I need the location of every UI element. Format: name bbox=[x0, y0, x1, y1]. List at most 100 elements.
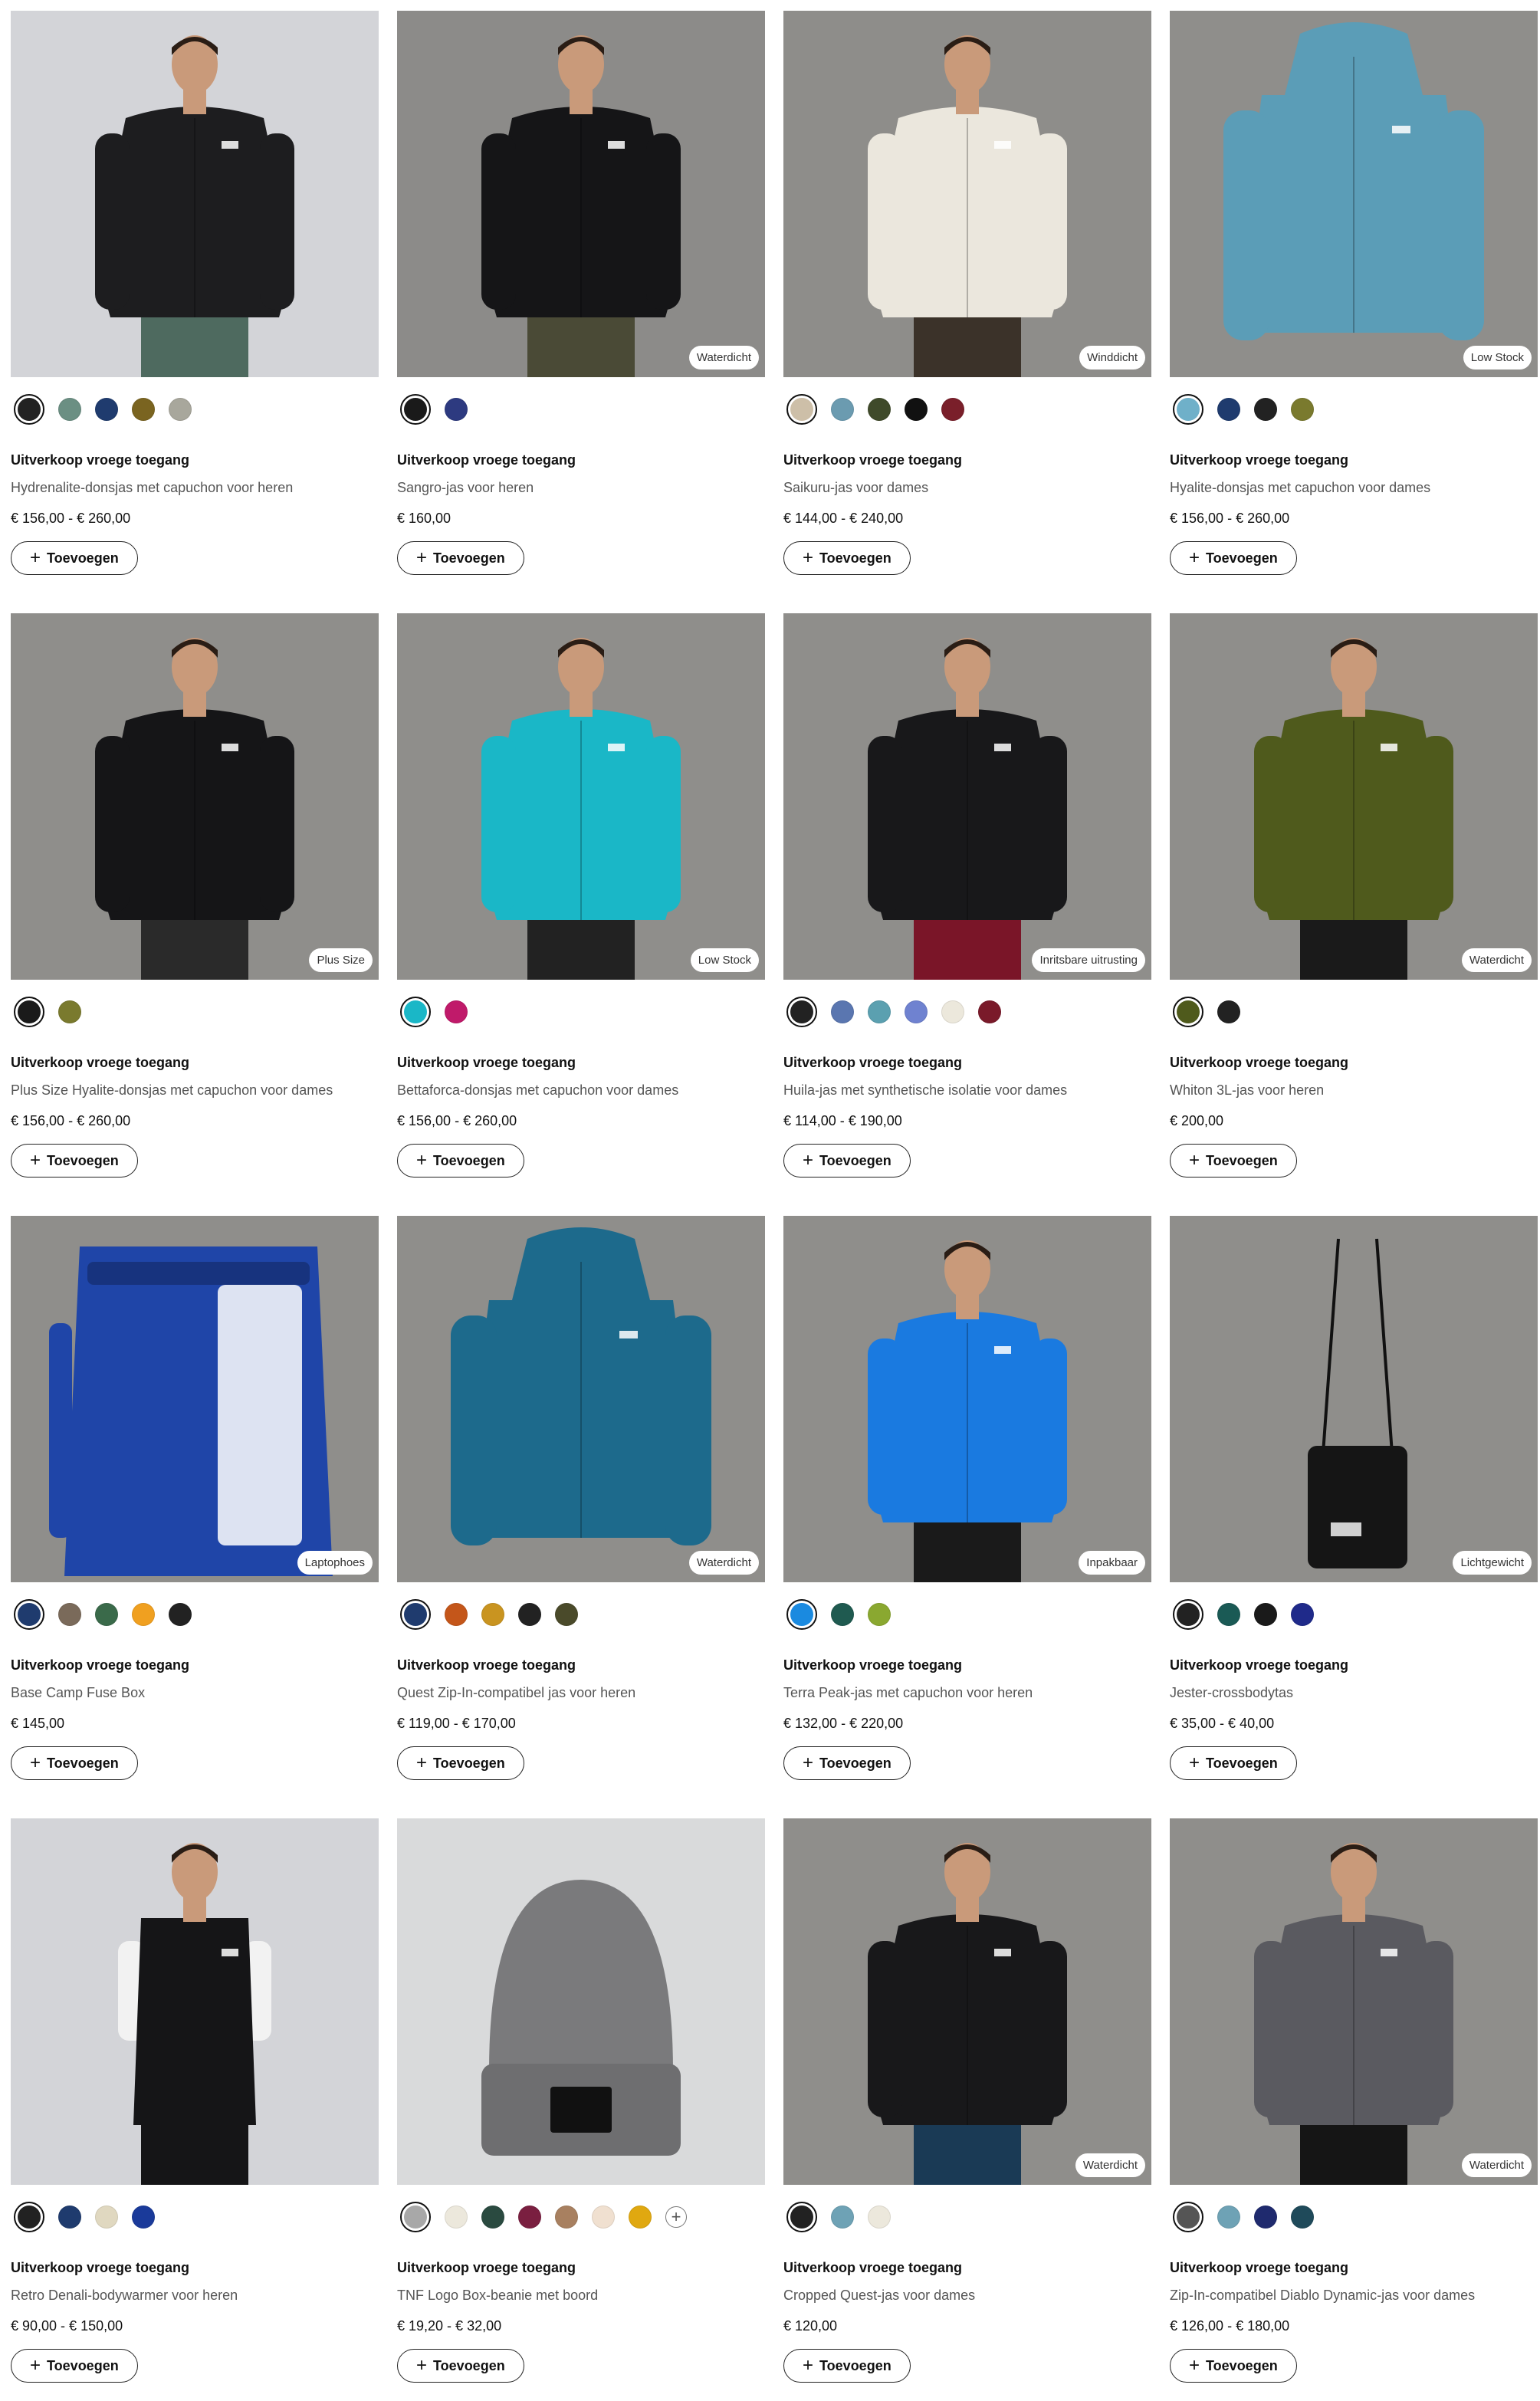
product-name[interactable]: Bettaforca-donsjas met capuchon voor dam… bbox=[397, 1082, 678, 1099]
color-swatch[interactable] bbox=[831, 398, 854, 421]
color-swatch[interactable] bbox=[58, 2206, 81, 2229]
color-swatch[interactable] bbox=[132, 2206, 155, 2229]
color-swatch[interactable] bbox=[14, 394, 44, 425]
product-name[interactable]: Quest Zip-In-compatibel jas voor heren bbox=[397, 1685, 635, 1701]
color-swatch[interactable] bbox=[445, 2206, 468, 2229]
color-swatch[interactable] bbox=[868, 398, 891, 421]
color-swatch[interactable] bbox=[831, 1000, 854, 1023]
add-to-cart-button[interactable]: + Toevoegen bbox=[1170, 541, 1297, 575]
color-swatch[interactable] bbox=[978, 1000, 1001, 1023]
product-name[interactable]: Retro Denali-bodywarmer voor heren bbox=[11, 2288, 238, 2304]
color-swatch[interactable] bbox=[1173, 997, 1203, 1027]
product-image[interactable]: Inpakbaar bbox=[783, 1216, 1151, 1582]
product-name[interactable]: TNF Logo Box-beanie met boord bbox=[397, 2288, 598, 2304]
product-card[interactable]: Low Stock Uitverkoop vroege toegang Hyal… bbox=[1170, 11, 1538, 593]
product-image[interactable]: Waterdicht bbox=[397, 1216, 765, 1582]
color-swatch[interactable] bbox=[400, 2202, 431, 2232]
product-card[interactable]: Uitverkoop vroege toegang Hydrenalite-do… bbox=[11, 11, 379, 593]
color-swatch[interactable] bbox=[868, 2206, 891, 2229]
product-name[interactable]: Base Camp Fuse Box bbox=[11, 1685, 145, 1701]
color-swatch[interactable] bbox=[786, 394, 817, 425]
product-card[interactable]: Inritsbare uitrusting Uitverkoop vroege … bbox=[783, 613, 1151, 1196]
product-name[interactable]: Saikuru-jas voor dames bbox=[783, 480, 928, 496]
add-to-cart-button[interactable]: + Toevoegen bbox=[11, 541, 138, 575]
product-name[interactable]: Whiton 3L-jas voor heren bbox=[1170, 1082, 1324, 1099]
color-swatch[interactable] bbox=[1254, 2206, 1277, 2229]
product-card[interactable]: Waterdicht Uitverkoop vroege toegang San… bbox=[397, 11, 765, 593]
color-swatch[interactable] bbox=[400, 394, 431, 425]
product-name[interactable]: Huila-jas met synthetische isolatie voor… bbox=[783, 1082, 1067, 1099]
product-image[interactable]: Inritsbare uitrusting bbox=[783, 613, 1151, 980]
product-name[interactable]: Sangro-jas voor heren bbox=[397, 480, 534, 496]
color-swatch[interactable] bbox=[1173, 1599, 1203, 1630]
color-swatch[interactable] bbox=[58, 398, 81, 421]
product-image[interactable] bbox=[11, 11, 379, 377]
product-card[interactable]: Winddicht Uitverkoop vroege toegang Saik… bbox=[783, 11, 1151, 593]
product-card[interactable]: Waterdicht Uitverkoop vroege toegang Que… bbox=[397, 1216, 765, 1798]
color-swatch[interactable] bbox=[481, 1603, 504, 1626]
color-swatch[interactable] bbox=[629, 2206, 652, 2229]
add-to-cart-button[interactable]: + Toevoegen bbox=[1170, 2349, 1297, 2383]
color-swatch[interactable] bbox=[132, 398, 155, 421]
color-swatch[interactable] bbox=[868, 1000, 891, 1023]
product-name[interactable]: Plus Size Hyalite-donsjas met capuchon v… bbox=[11, 1082, 333, 1099]
color-swatch[interactable] bbox=[1217, 1000, 1240, 1023]
color-swatch[interactable] bbox=[445, 1000, 468, 1023]
color-swatch[interactable] bbox=[1291, 1603, 1314, 1626]
color-swatch[interactable] bbox=[905, 398, 928, 421]
color-swatch[interactable] bbox=[786, 1599, 817, 1630]
product-image[interactable]: Winddicht bbox=[783, 11, 1151, 377]
product-name[interactable]: Cropped Quest-jas voor dames bbox=[783, 2288, 975, 2304]
add-to-cart-button[interactable]: + Toevoegen bbox=[11, 1144, 138, 1178]
product-image[interactable]: Low Stock bbox=[397, 613, 765, 980]
product-card[interactable]: Lichtgewicht Uitverkoop vroege toegang J… bbox=[1170, 1216, 1538, 1798]
color-swatch[interactable] bbox=[941, 1000, 964, 1023]
color-swatch[interactable] bbox=[169, 398, 192, 421]
color-swatch[interactable] bbox=[1254, 398, 1277, 421]
product-image[interactable] bbox=[11, 1818, 379, 2185]
color-swatch[interactable] bbox=[1291, 2206, 1314, 2229]
product-image[interactable]: Waterdicht bbox=[783, 1818, 1151, 2185]
product-image[interactable]: Waterdicht bbox=[1170, 613, 1538, 980]
color-swatch[interactable] bbox=[58, 1000, 81, 1023]
color-swatch[interactable] bbox=[831, 1603, 854, 1626]
color-swatch[interactable] bbox=[786, 2202, 817, 2232]
product-name[interactable]: Terra Peak-jas met capuchon voor heren bbox=[783, 1685, 1033, 1701]
color-swatch[interactable] bbox=[14, 2202, 44, 2232]
color-swatch[interactable] bbox=[169, 1603, 192, 1626]
color-swatch[interactable] bbox=[95, 1603, 118, 1626]
color-swatch[interactable] bbox=[1217, 398, 1240, 421]
product-card[interactable]: Waterdicht Uitverkoop vroege toegang Zip… bbox=[1170, 1818, 1538, 2401]
add-to-cart-button[interactable]: + Toevoegen bbox=[11, 1746, 138, 1780]
color-swatch[interactable] bbox=[1217, 1603, 1240, 1626]
add-to-cart-button[interactable]: + Toevoegen bbox=[783, 1746, 911, 1780]
add-to-cart-button[interactable]: + Toevoegen bbox=[1170, 1746, 1297, 1780]
color-swatch[interactable] bbox=[400, 1599, 431, 1630]
product-card[interactable]: Low Stock Uitverkoop vroege toegang Bett… bbox=[397, 613, 765, 1196]
more-colors-icon[interactable]: + bbox=[665, 2206, 687, 2228]
color-swatch[interactable] bbox=[555, 2206, 578, 2229]
color-swatch[interactable] bbox=[941, 398, 964, 421]
product-image[interactable]: Plus Size bbox=[11, 613, 379, 980]
product-image[interactable]: Waterdicht bbox=[397, 11, 765, 377]
add-to-cart-button[interactable]: + Toevoegen bbox=[783, 1144, 911, 1178]
color-swatch[interactable] bbox=[786, 997, 817, 1027]
color-swatch[interactable] bbox=[1173, 2202, 1203, 2232]
add-to-cart-button[interactable]: + Toevoegen bbox=[397, 2349, 524, 2383]
color-swatch[interactable] bbox=[555, 1603, 578, 1626]
add-to-cart-button[interactable]: + Toevoegen bbox=[397, 541, 524, 575]
color-swatch[interactable] bbox=[445, 1603, 468, 1626]
color-swatch[interactable] bbox=[132, 1603, 155, 1626]
product-name[interactable]: Jester-crossbodytas bbox=[1170, 1685, 1293, 1701]
product-image[interactable]: Waterdicht bbox=[1170, 1818, 1538, 2185]
color-swatch[interactable] bbox=[445, 398, 468, 421]
color-swatch[interactable] bbox=[518, 2206, 541, 2229]
product-card[interactable]: Plus Size Uitverkoop vroege toegang Plus… bbox=[11, 613, 379, 1196]
product-card[interactable]: + Uitverkoop vroege toegang TNF Logo Box… bbox=[397, 1818, 765, 2401]
product-image[interactable]: Low Stock bbox=[1170, 11, 1538, 377]
color-swatch[interactable] bbox=[868, 1603, 891, 1626]
product-card[interactable]: Laptophoes Uitverkoop vroege toegang Bas… bbox=[11, 1216, 379, 1798]
product-card[interactable]: Inpakbaar Uitverkoop vroege toegang Terr… bbox=[783, 1216, 1151, 1798]
color-swatch[interactable] bbox=[1254, 1603, 1277, 1626]
add-to-cart-button[interactable]: + Toevoegen bbox=[783, 541, 911, 575]
